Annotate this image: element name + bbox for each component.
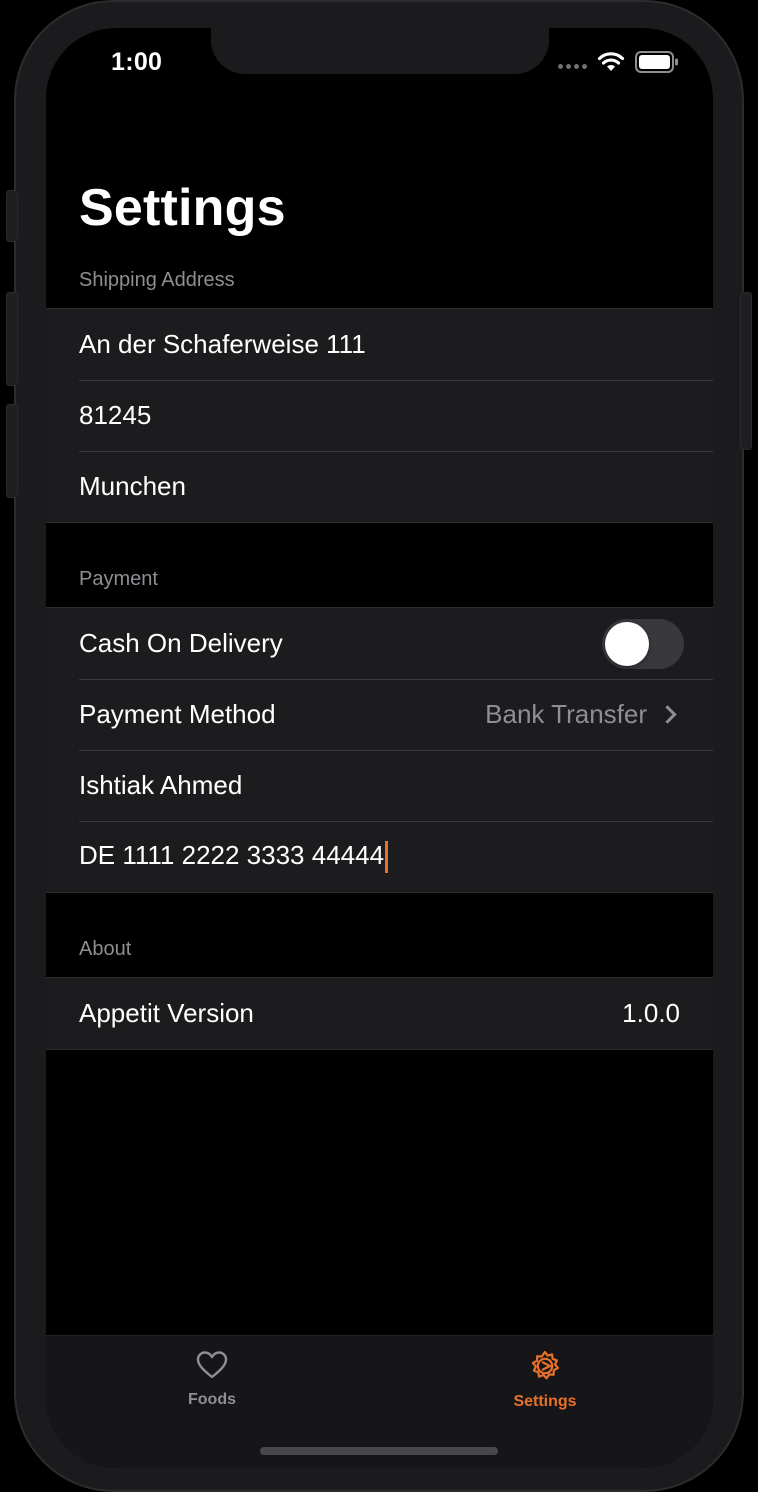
cash-on-delivery-toggle[interactable] (602, 618, 684, 669)
iban-input[interactable]: DE 1111 2222 3333 44444 (79, 839, 680, 874)
tab-settings-label: Settings (513, 1393, 577, 1410)
gear-icon (529, 1350, 561, 1387)
screen: 1:00 Settings Shipping Address An der Sc… (46, 28, 713, 1468)
cellular-signal-icon (558, 63, 587, 69)
payment-method-label: Payment Method (79, 699, 276, 729)
iban-field[interactable]: DE 1111 2222 3333 44444 (46, 821, 713, 892)
payment-method-detail: Bank Transfer (485, 699, 680, 730)
status-time: 1:00 (111, 48, 163, 76)
app-version-value: 1.0.0 (622, 998, 680, 1028)
device-stage: 1:00 Settings Shipping Address An der Sc… (0, 0, 758, 1492)
cash-on-delivery-label: Cash On Delivery (79, 628, 283, 658)
toggle-knob (605, 621, 649, 666)
home-indicator[interactable] (260, 1447, 498, 1455)
tab-foods[interactable]: Foods (112, 1350, 312, 1409)
cash-on-delivery-row: Cash On Delivery (46, 608, 713, 679)
text-cursor (385, 841, 389, 874)
chevron-right-icon (658, 705, 677, 724)
app-version-row: Appetit Version 1.0.0 (46, 978, 713, 1049)
payment-method-value: Bank Transfer (485, 699, 647, 729)
street-value: An der Schaferweise 111 (79, 329, 366, 359)
shipping-section-header: Shipping Address (79, 269, 235, 291)
app-version-label: Appetit Version (79, 998, 254, 1028)
volume-down-button (6, 404, 18, 498)
power-button (740, 292, 752, 450)
page-title: Settings (79, 179, 286, 237)
postal-code-field[interactable]: 81245 (46, 380, 713, 451)
battery-icon (635, 50, 679, 78)
tab-foods-label: Foods (188, 1391, 236, 1408)
tab-settings[interactable]: Settings (445, 1350, 645, 1411)
payment-group: Cash On Delivery Payment Method Bank Tra… (46, 607, 713, 893)
status-indicators (558, 50, 679, 78)
account-holder-field[interactable]: Ishtiak Ahmed (46, 750, 713, 821)
account-holder-value: Ishtiak Ahmed (79, 770, 243, 800)
payment-section-header: Payment (79, 568, 158, 590)
payment-method-row[interactable]: Payment Method Bank Transfer (46, 679, 713, 750)
mute-switch (6, 190, 18, 242)
city-value: Munchen (79, 471, 186, 501)
shipping-group: An der Schaferweise 111 81245 Munchen (46, 308, 713, 523)
street-field[interactable]: An der Schaferweise 111 (46, 309, 713, 380)
notch (211, 28, 549, 74)
postal-code-value: 81245 (79, 400, 152, 430)
city-field[interactable]: Munchen (46, 451, 713, 522)
volume-up-button (6, 292, 18, 386)
iban-value: DE 1111 2222 3333 44444 (79, 839, 385, 870)
heart-icon (196, 1350, 228, 1385)
wifi-icon (597, 51, 625, 78)
about-group: Appetit Version 1.0.0 (46, 977, 713, 1050)
about-section-header: About (79, 938, 132, 960)
